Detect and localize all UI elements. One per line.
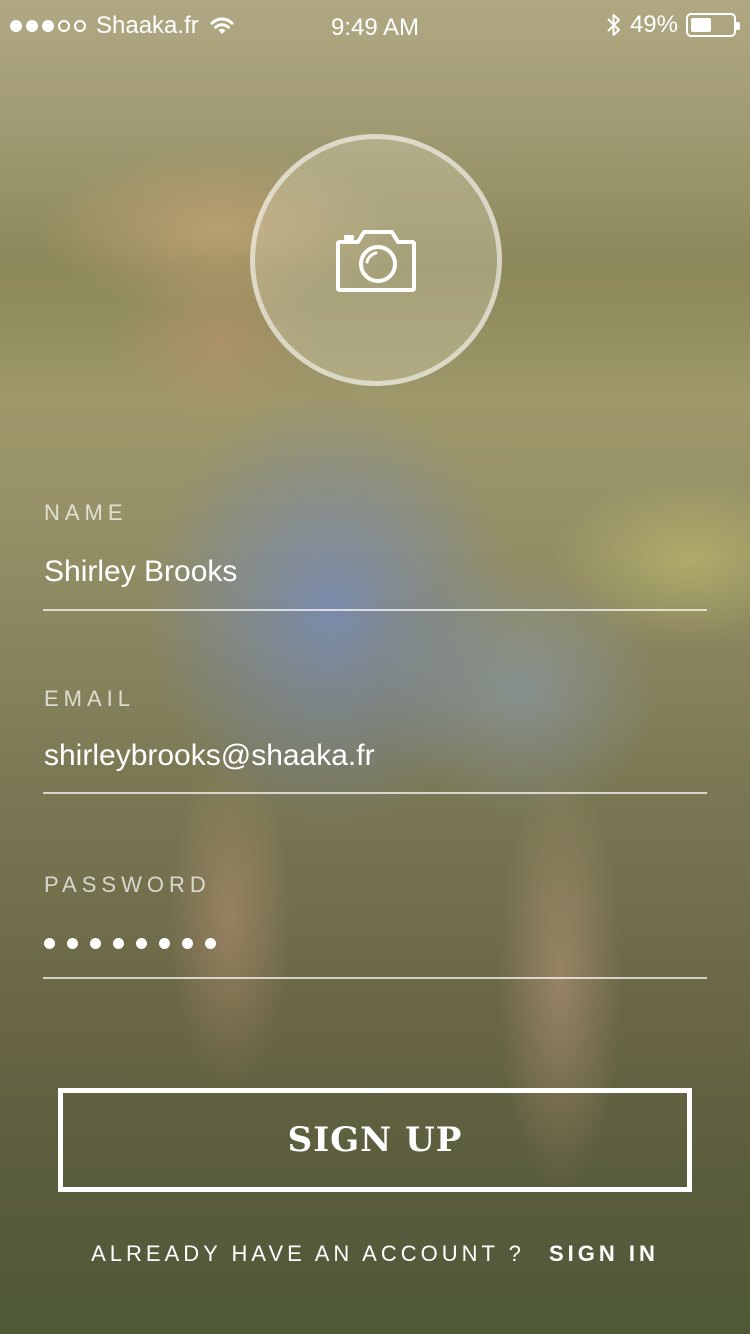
name-label: NAME — [44, 500, 128, 525]
password-mask-dot — [136, 937, 147, 949]
profile-photo-picker[interactable] — [250, 134, 502, 386]
password-mask-dot — [90, 937, 101, 949]
sign-in-link[interactable]: SIGN IN — [549, 1241, 659, 1266]
status-right: 49% — [606, 11, 740, 39]
password-field: PASSWORD — [43, 872, 707, 979]
password-input[interactable] — [44, 936, 707, 950]
password-mask-dot — [44, 937, 55, 949]
password-label: PASSWORD — [44, 872, 211, 897]
battery-percent: 49% — [629, 11, 678, 38]
sign-up-button[interactable]: SIGN UP — [58, 1088, 692, 1192]
password-mask-dot — [182, 937, 193, 949]
battery-level — [691, 18, 711, 32]
email-label: EMAIL — [44, 686, 136, 711]
name-input[interactable] — [44, 550, 707, 594]
sign-in-prompt-text: ALREADY HAVE AN ACCOUNT ? — [91, 1241, 525, 1266]
camera-icon — [336, 230, 416, 292]
password-mask-dot — [113, 937, 124, 949]
status-bar: Shaaka.fr 9:49 AM 49% — [0, 0, 750, 52]
name-underline — [43, 609, 707, 611]
name-field: NAME — [43, 500, 707, 611]
password-mask-dot — [159, 937, 170, 949]
password-mask-dot — [205, 937, 216, 949]
email-input[interactable] — [44, 734, 707, 778]
password-mask-dot — [67, 937, 78, 949]
battery-icon — [686, 13, 740, 37]
password-underline — [43, 977, 707, 979]
email-underline — [43, 792, 707, 794]
email-field: EMAIL — [43, 686, 707, 794]
sign-in-prompt: ALREADY HAVE AN ACCOUNT ? SIGN IN — [0, 1241, 750, 1267]
bluetooth-icon — [607, 14, 620, 36]
